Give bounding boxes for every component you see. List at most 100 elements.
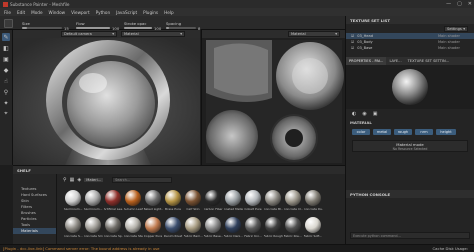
material-thumbnail[interactable]: Fabric Rough — [263, 215, 283, 242]
texture-filter-icon[interactable]: ▦ — [70, 177, 75, 183]
channel-nrm-button[interactable]: nrm — [415, 129, 433, 135]
shelf-category-item-selected[interactable]: Materials — [13, 228, 56, 234]
channel-metal-button[interactable]: metal — [373, 129, 391, 135]
maximize-icon[interactable]: ▢ — [457, 0, 462, 8]
material-thumbnail[interactable]: Fabric Deni... — [223, 215, 243, 242]
sphere-icon — [85, 190, 101, 206]
sphere-icon — [125, 217, 141, 233]
channel-rough-button[interactable]: rough — [394, 129, 412, 135]
search-input[interactable]: Search... — [112, 177, 173, 183]
menu-plugins[interactable]: Plugins — [143, 10, 158, 15]
sphere-icon — [65, 190, 81, 206]
tab-layers[interactable]: LAYE... — [386, 59, 404, 63]
material-thumbnail[interactable]: Fabric Rou... — [283, 215, 303, 242]
texture-set-toolbar: Settings ▾ — [346, 24, 474, 33]
material-label: Concrete Bl... — [263, 207, 283, 211]
material-thumbnail[interactable]: Concrete Sm... — [83, 215, 103, 242]
projection-icon[interactable]: ▣ — [2, 55, 10, 63]
tab-properties[interactable]: PROPERTIES - PAI... — [346, 57, 387, 65]
menu-mode[interactable]: Mode — [31, 10, 42, 15]
sphere-icon — [285, 190, 301, 206]
stencil-icon[interactable]: ▣ — [373, 111, 378, 117]
material-label: Fabric Soft... — [303, 234, 323, 238]
python-command-input[interactable]: Execute python command... — [350, 232, 470, 239]
menu-file[interactable]: File — [4, 10, 11, 15]
material-thumbnail[interactable]: Concrete Sp... — [103, 215, 123, 242]
channel-color-button[interactable]: color — [352, 129, 370, 135]
material-picker-icon[interactable]: ✦ — [2, 99, 10, 107]
material-thumbnail[interactable]: Fabric Bam... — [183, 215, 203, 242]
viewport-mode-dropdown[interactable]: Material ▾ — [121, 31, 185, 37]
sphere-icon — [205, 217, 221, 233]
geometry-mask-icon[interactable]: ◆ — [2, 66, 10, 74]
sphere-icon — [305, 217, 321, 233]
sphere-icon — [165, 217, 181, 233]
viewport-2d-mode-dropdown[interactable]: Material ▾ — [288, 31, 340, 37]
material-label: Aluminium... — [83, 207, 103, 211]
menu-viewport[interactable]: Viewport — [71, 10, 90, 15]
material-mode-selector[interactable]: Material mode No Resource Selected — [352, 140, 468, 152]
material-thumbnail[interactable]: Carbon Fiber — [203, 188, 223, 215]
menu-python[interactable]: Python — [96, 10, 111, 15]
material-thumbnail[interactable]: Autumn Leaf — [123, 188, 143, 215]
sphere-icon — [65, 217, 81, 233]
visibility-icon[interactable]: ☑ — [351, 40, 354, 44]
material-label: Concrete Du... — [303, 207, 323, 211]
camera-dropdown[interactable]: Default camera ▾ — [61, 31, 117, 37]
material-thumbnail[interactable]: Denim Rivet — [163, 215, 183, 242]
material-thumbnail[interactable]: Artificial Lea... — [103, 188, 123, 215]
material-thumbnail[interactable]: Fabric Kni... — [243, 215, 263, 242]
material-thumbnail[interactable]: Calf Skin — [183, 188, 203, 215]
material-channels: color metal rough nrm height — [346, 127, 474, 137]
visibility-icon[interactable]: ☑ — [351, 46, 354, 50]
shelf-title: SHELF — [17, 167, 31, 173]
menu-help[interactable]: Help — [164, 10, 174, 15]
material-thumbnail[interactable]: Concrete Ste... — [123, 215, 143, 242]
menu-edit[interactable]: Edit — [17, 10, 25, 15]
tag-filter-icon[interactable]: ◈ — [77, 177, 81, 183]
material-label: Brass Pure — [165, 207, 181, 211]
material-thumbnail[interactable]: Concrete Bl... — [263, 188, 283, 215]
material-thumbnail[interactable]: Concrete Du... — [303, 188, 323, 215]
shelf-filter-tag[interactable]: Materi... — [84, 178, 104, 182]
filter-icon[interactable]: ⚲ — [63, 177, 67, 183]
material-label: Aluminium... — [63, 207, 83, 211]
clone-stamp-icon[interactable]: ⚲ — [2, 88, 10, 96]
menu-window[interactable]: Window — [49, 10, 66, 15]
tab-texture-set-settings[interactable]: TEXTURE SET SETTIN... — [405, 59, 453, 63]
material-thumbnail[interactable]: Copper Pure — [143, 215, 163, 242]
viewport-2d-header: Material ▾ — [202, 30, 345, 38]
sphere-icon — [145, 217, 161, 233]
chevron-down-icon: ▾ — [463, 26, 465, 31]
smudge-icon[interactable]: ☝ — [2, 77, 10, 85]
material-thumbnail[interactable]: Fabric Base... — [203, 215, 223, 242]
status-bar: [Plugin - dcc-live-link] Command server … — [0, 244, 474, 252]
menu-bar: File Edit Mode Window Viewport Python Ja… — [0, 8, 474, 16]
material-thumbnail[interactable]: Coated Metal — [223, 188, 243, 215]
viewport-2d[interactable]: Material ▾ — [201, 30, 345, 165]
material-thumbnail[interactable]: Aluminium... — [63, 188, 83, 215]
color-picker-icon[interactable]: ⌖ — [2, 110, 10, 118]
texture-set-settings-dropdown[interactable]: Settings ▾ — [444, 25, 468, 32]
shelf-filter-bar: ⚲ ▦ ◈ Materi... Search... — [63, 177, 173, 183]
minimize-icon[interactable]: — — [446, 0, 451, 8]
alpha-icon[interactable]: ◉ — [362, 111, 366, 117]
menu-javascript[interactable]: JavaScript — [116, 10, 137, 15]
channel-height-button[interactable]: height — [436, 129, 456, 135]
material-thumbnail[interactable]: Concrete Cl... — [283, 188, 303, 215]
material-thumbnail[interactable]: Fabric Soft... — [303, 215, 323, 242]
sphere-icon — [105, 217, 121, 233]
viewport-3d[interactable]: Default camera ▾ Material ▾ — [13, 30, 200, 165]
eraser-icon[interactable]: ◧ — [2, 44, 10, 52]
material-icon[interactable]: ◐ — [352, 111, 356, 117]
material-thumbnail[interactable]: Concrete S... — [63, 215, 83, 242]
paint-brush-icon[interactable]: ✎ — [2, 33, 10, 41]
material-thumbnail[interactable]: Baked Light... — [143, 188, 163, 215]
close-icon[interactable]: ✕ — [468, 0, 472, 8]
material-thumbnail[interactable]: Brass Pure — [163, 188, 183, 215]
brush-preset-icon[interactable] — [4, 18, 13, 28]
material-thumbnail[interactable]: Cobalt Pure — [243, 188, 263, 215]
visibility-icon[interactable]: ☑ — [351, 34, 354, 38]
material-thumbnail[interactable]: Aluminium... — [83, 188, 103, 215]
shelf-panel: SHELF Textures Hard Surfaces Skin Filter… — [13, 165, 345, 245]
